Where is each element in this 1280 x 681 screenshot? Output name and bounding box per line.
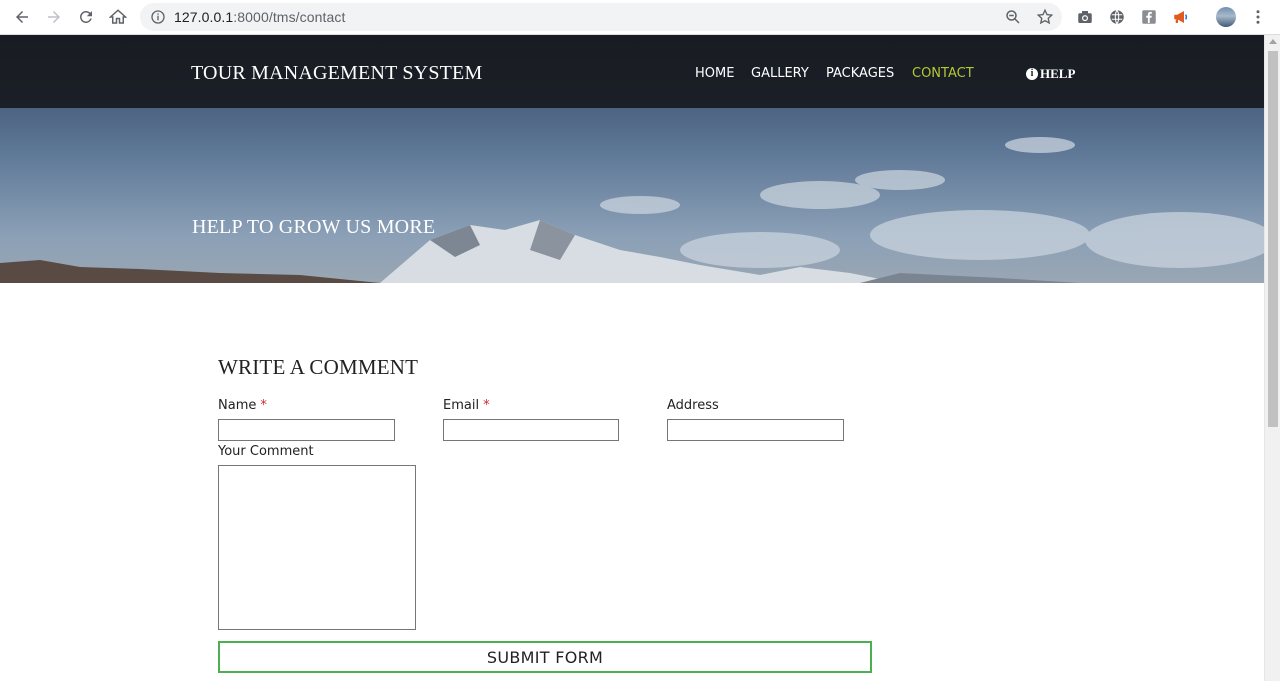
nav-home[interactable]: HOME: [695, 66, 734, 81]
back-button[interactable]: [10, 5, 34, 29]
address-input[interactable]: [667, 419, 844, 441]
facebook-extension-icon[interactable]: [1139, 7, 1159, 27]
camera-extension-icon[interactable]: [1075, 7, 1095, 27]
site-header: TOUR MANAGEMENT SYSTEM HOME GALLERY PACK…: [0, 35, 1264, 108]
email-label: Email *: [443, 398, 490, 413]
required-mark: *: [260, 398, 267, 413]
nav-help-label: HELP: [1040, 66, 1076, 81]
bookmark-star-icon[interactable]: [1036, 8, 1054, 26]
url-text: 127.0.0.1:8000/tms/contact: [174, 9, 346, 25]
reload-icon: [79, 10, 92, 23]
globe-extension-icon[interactable]: [1107, 7, 1127, 27]
nav-gallery[interactable]: GALLERY: [751, 66, 809, 81]
arrow-right-icon: [48, 11, 60, 23]
email-input[interactable]: [443, 419, 619, 441]
name-label: Name *: [218, 398, 267, 413]
reload-button[interactable]: [74, 5, 98, 29]
submit-form-button[interactable]: SUBMIT FORM: [218, 641, 872, 673]
page-scrollbar[interactable]: [1264, 35, 1280, 681]
zoom-icon[interactable]: [1004, 8, 1022, 26]
nav-contact[interactable]: CONTACT: [912, 66, 974, 81]
address-bar[interactable]: 127.0.0.1:8000/tms/contact: [140, 3, 1062, 31]
home-icon: [109, 9, 127, 24]
megaphone-extension-icon[interactable]: [1171, 7, 1191, 27]
info-circle-icon: i: [1026, 68, 1038, 80]
required-mark: *: [483, 398, 490, 413]
hero-title: HELP TO GROW US MORE: [192, 216, 436, 238]
comment-label: Your Comment: [218, 444, 314, 459]
forward-button[interactable]: [42, 5, 66, 29]
web-page: TOUR MANAGEMENT SYSTEM HOME GALLERY PACK…: [0, 35, 1264, 681]
url-path: :8000/tms/contact: [233, 9, 346, 25]
scrollbar-thumb[interactable]: [1268, 51, 1278, 427]
site-brand[interactable]: TOUR MANAGEMENT SYSTEM: [191, 62, 482, 85]
browser-toolbar: 127.0.0.1:8000/tms/contact: [0, 0, 1280, 35]
scroll-up-arrow-icon[interactable]: [1269, 39, 1277, 44]
nav-packages[interactable]: PACKAGES: [826, 66, 894, 81]
home-button[interactable]: [106, 5, 130, 29]
email-label-text: Email: [443, 398, 480, 413]
arrow-left-icon: [16, 11, 28, 23]
name-label-text: Name: [218, 398, 257, 413]
form-title: WRITE A COMMENT: [218, 355, 419, 379]
comment-textarea[interactable]: [218, 465, 416, 630]
address-label: Address: [667, 398, 719, 413]
profile-avatar[interactable]: [1216, 7, 1236, 27]
name-input[interactable]: [218, 419, 395, 441]
info-icon: [151, 10, 165, 24]
hero-banner: TOUR MANAGEMENT SYSTEM HOME GALLERY PACK…: [0, 35, 1264, 283]
browser-menu-icon[interactable]: [1248, 7, 1268, 27]
nav-help[interactable]: i HELP: [1026, 66, 1075, 82]
url-host: 127.0.0.1: [174, 9, 234, 25]
